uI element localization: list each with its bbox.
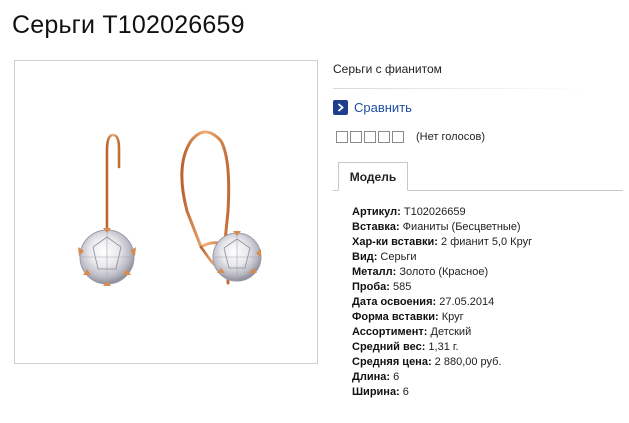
spec-label: Средний вес: — [352, 341, 426, 353]
page-title: Серьги Т102026659 — [12, 11, 245, 39]
spec-item: Длина: 6 — [352, 370, 532, 385]
rating-star-4[interactable] — [378, 131, 390, 143]
spec-label: Вставка: — [352, 221, 400, 233]
spec-item: Ширина: 6 — [352, 385, 532, 400]
product-image-frame[interactable] — [14, 60, 318, 364]
compare-label: Сравнить — [354, 100, 412, 115]
spec-item: Проба: 585 — [352, 280, 532, 295]
spec-label: Проба: — [352, 281, 390, 293]
left-gem — [78, 228, 136, 286]
spec-item: Средний вес: 1,31 г. — [352, 340, 532, 355]
right-gem — [212, 231, 262, 282]
rating-star-5[interactable] — [392, 131, 404, 143]
spec-item: Дата освоения: 27.05.2014 — [352, 295, 532, 310]
spec-value: 2 фианит 5,0 Круг — [437, 236, 533, 248]
spec-item: Средняя цена: 2 880,00 руб. — [352, 355, 532, 370]
rating-star-3[interactable] — [364, 131, 376, 143]
spec-value: 1,31 г. — [425, 341, 459, 353]
spec-value: Детский — [427, 326, 472, 338]
spec-value: 2 880,00 руб. — [431, 356, 502, 368]
spec-item: Ассортимент: Детский — [352, 325, 532, 340]
spec-label: Ширина: — [352, 386, 400, 398]
spec-label: Форма вставки: — [352, 311, 439, 323]
spec-list: Артикул: Т102026659 Вставка: Фианиты (Бе… — [352, 205, 532, 400]
spec-item: Артикул: Т102026659 — [352, 205, 532, 220]
spec-label: Хар-ки вставки: — [352, 236, 438, 248]
spec-label: Дата освоения: — [352, 296, 437, 308]
compare-button[interactable]: Сравнить — [333, 100, 412, 115]
divider — [333, 88, 591, 89]
spec-label: Ассортимент: — [352, 326, 428, 338]
spec-label: Артикул: — [352, 206, 401, 218]
spec-item: Вид: Серьги — [352, 250, 532, 265]
spec-value: Серьги — [377, 251, 417, 263]
chevron-right-icon — [333, 100, 348, 115]
tab-model[interactable]: Модель — [338, 162, 408, 191]
spec-item: Вставка: Фианиты (Бесцветные) — [352, 220, 532, 235]
spec-value: 6 — [390, 371, 400, 383]
rating-star-1[interactable] — [336, 131, 348, 143]
spec-value: Фианиты (Бесцветные) — [399, 221, 521, 233]
spec-value: Золото (Красное) — [396, 266, 489, 278]
spec-value: 585 — [389, 281, 412, 293]
spec-value: 27.05.2014 — [436, 296, 495, 308]
rating-widget: (Нет голосов) — [336, 131, 485, 143]
product-subtitle: Серьги с фианитом — [333, 62, 442, 76]
votes-count: (Нет голосов) — [416, 131, 486, 143]
spec-value: Т102026659 — [400, 206, 466, 218]
spec-item: Хар-ки вставки: 2 фианит 5,0 Круг — [352, 235, 532, 250]
rating-star-2[interactable] — [350, 131, 362, 143]
spec-label: Длина: — [352, 371, 391, 383]
earrings-image — [78, 130, 262, 286]
spec-label: Средняя цена: — [352, 356, 432, 368]
spec-value: Круг — [438, 311, 464, 323]
spec-label: Вид: — [352, 251, 378, 263]
spec-label: Металл: — [352, 266, 397, 278]
spec-value: 6 — [399, 386, 409, 398]
spec-item: Форма вставки: Круг — [352, 310, 532, 325]
spec-item: Металл: Золото (Красное) — [352, 265, 532, 280]
